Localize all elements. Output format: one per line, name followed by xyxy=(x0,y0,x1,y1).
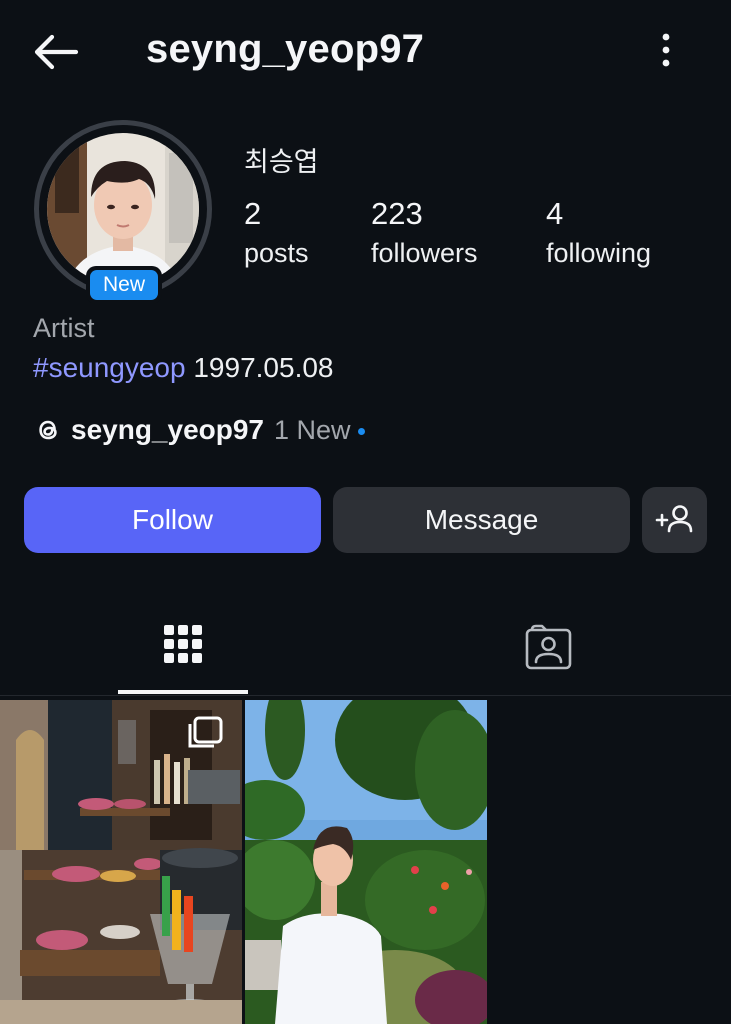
profile-tabs xyxy=(0,600,731,696)
profile-header: seyng_yeop97 xyxy=(0,0,731,104)
stat-posts[interactable]: 2 posts xyxy=(244,196,309,274)
following-label: following xyxy=(546,238,652,268)
threads-handle: seyng_yeop97 xyxy=(71,414,264,445)
profile-avatar[interactable]: New xyxy=(34,120,212,304)
followers-count: 223 xyxy=(371,196,423,231)
post-thumbnail[interactable] xyxy=(245,700,487,1024)
avatar-photo xyxy=(47,133,199,285)
threads-link[interactable]: seyng_yeop97 1 New xyxy=(33,410,365,450)
new-story-badge: New xyxy=(86,266,162,304)
posts-count: 2 xyxy=(244,196,262,231)
active-tab-indicator xyxy=(118,690,248,694)
add-person-icon xyxy=(655,505,693,533)
more-vertical-icon xyxy=(662,33,670,67)
suggested-users-button[interactable] xyxy=(642,487,707,553)
threads-new-dot xyxy=(357,427,365,435)
post-image-garden xyxy=(245,700,487,1024)
follow-button[interactable]: Follow xyxy=(24,487,321,553)
bio-text: 1997.05.08 xyxy=(185,352,334,383)
profile-full-name: 최승엽 xyxy=(244,147,319,177)
followers-label: followers xyxy=(371,238,478,268)
back-button[interactable] xyxy=(30,30,82,74)
stat-following[interactable]: 4 following xyxy=(546,196,651,274)
message-button[interactable]: Message xyxy=(333,487,630,553)
new-badge-label: New xyxy=(90,270,158,300)
profile-category: Artist xyxy=(33,313,95,343)
post-thumbnail[interactable] xyxy=(0,700,242,1024)
following-count: 4 xyxy=(546,196,564,231)
posts-label: posts xyxy=(244,238,309,268)
grid-icon xyxy=(164,625,202,663)
more-options-button[interactable] xyxy=(650,30,682,70)
profile-username-title: seyng_yeop97 xyxy=(146,27,425,71)
threads-new-count: 1 New xyxy=(274,414,351,445)
profile-bio: #seungyeop 1997.05.08 xyxy=(33,352,334,384)
tab-tagged[interactable] xyxy=(484,600,614,696)
post-image-restaurant xyxy=(0,700,242,1024)
tagged-person-icon xyxy=(525,624,572,670)
arrow-left-icon xyxy=(34,34,79,70)
threads-icon xyxy=(39,420,57,440)
posts-grid xyxy=(0,700,731,1024)
tab-posts-grid[interactable] xyxy=(118,600,248,696)
stat-followers[interactable]: 223 followers xyxy=(371,196,478,274)
bio-hashtag-link[interactable]: #seungyeop xyxy=(33,352,186,383)
